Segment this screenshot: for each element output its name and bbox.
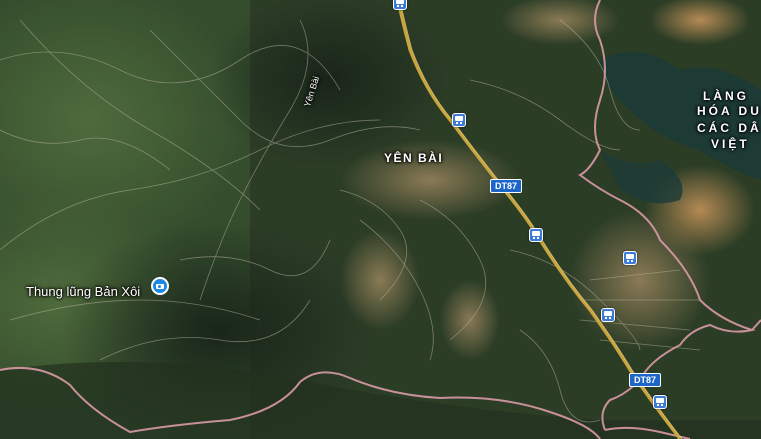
region-label-lang-line-3: CÁC DÂ [697,121,761,135]
poi-label-thung-lung-ban-xoi[interactable]: Thung lũng Bản Xôi [26,284,140,299]
region-label-lang-line-1: LÀNG [703,89,749,103]
bus-stop-icon[interactable] [601,308,615,322]
region-label-lang-line-2: HÓA DU [697,104,761,118]
camera-icon[interactable] [151,277,169,295]
bus-stop-icon[interactable] [623,251,637,265]
map-canvas[interactable]: YÊN BÀI Thung lũng Bản Xôi LÀNG HÓA DU C… [0,0,761,439]
bus-stop-icon[interactable] [393,0,407,10]
bus-stop-icon[interactable] [452,113,466,127]
bus-stop-icon[interactable] [653,395,667,409]
place-label-yen-bai[interactable]: YÊN BÀI [384,151,443,165]
route-shield-dt87-lower: DT87 [629,373,662,387]
route-shield-dt87-upper: DT87 [490,179,523,193]
bus-stop-icon[interactable] [529,228,543,242]
region-label-lang-line-4: VIỆT [711,137,750,151]
